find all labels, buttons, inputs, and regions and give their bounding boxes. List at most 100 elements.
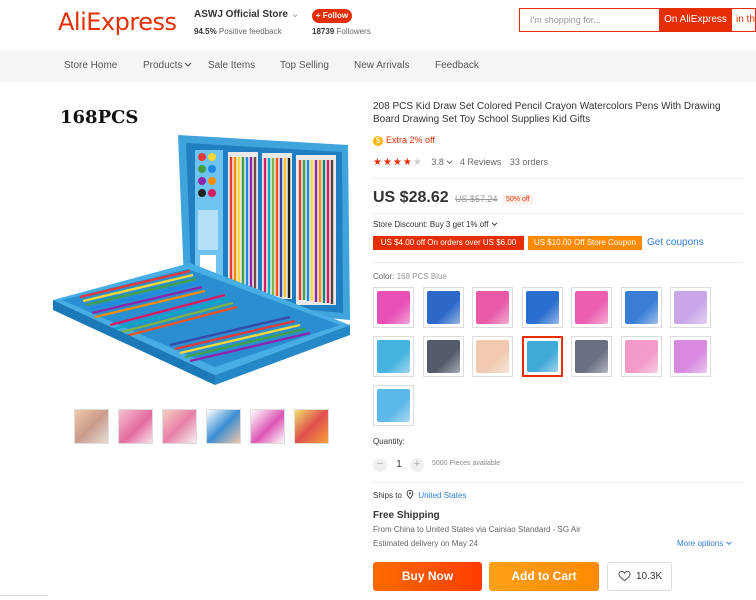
color-swatch-image bbox=[426, 340, 460, 373]
chevron-down-icon[interactable]: ⌄ bbox=[291, 9, 299, 20]
star-rating-icon: ★★★★★ bbox=[373, 157, 423, 168]
color-swatch-image bbox=[575, 291, 608, 324]
color-swatch-image bbox=[674, 340, 707, 373]
color-swatch[interactable] bbox=[620, 287, 662, 328]
coupon-tag[interactable]: US $4.00 off On orders over US $6.00 bbox=[373, 236, 524, 250]
aliexpress-logo[interactable]: AliExpress bbox=[58, 8, 177, 36]
heart-icon bbox=[618, 570, 631, 582]
color-swatch[interactable] bbox=[373, 385, 414, 426]
follow-button[interactable]: + Follow bbox=[312, 9, 352, 23]
selected-color: 168 PCS Blue bbox=[396, 272, 447, 281]
header: AliExpress ASWJ Official Store ⌄ 94.5% Po… bbox=[0, 0, 756, 50]
color-swatch-image bbox=[525, 291, 559, 324]
coin-icon: $ bbox=[373, 136, 383, 146]
ships-to-country[interactable]: United States bbox=[418, 491, 466, 500]
extra-discount-text: Extra 2% off bbox=[386, 135, 435, 145]
rating-row: ★★★★★ 3.8 4 Reviews 33 orders bbox=[373, 157, 548, 168]
more-options-label[interactable]: More options bbox=[677, 539, 723, 548]
quantity-label: Quantity: bbox=[373, 437, 406, 446]
followers-label: Followers bbox=[336, 27, 371, 36]
nav-new-arrivals[interactable]: New Arrivals bbox=[354, 60, 410, 71]
color-swatch[interactable] bbox=[422, 287, 464, 328]
divider bbox=[0, 595, 48, 596]
search-input[interactable]: I'm shopping for... bbox=[519, 8, 659, 32]
followers: 18739 Followers bbox=[312, 27, 371, 36]
divider bbox=[373, 178, 743, 179]
color-swatch-image bbox=[377, 291, 410, 324]
quantity-input[interactable]: 1 bbox=[392, 459, 406, 470]
location-pin-icon bbox=[406, 489, 414, 500]
thumbnail[interactable] bbox=[74, 409, 109, 444]
nav-sale-items[interactable]: Sale Items bbox=[208, 60, 255, 71]
color-swatch-image bbox=[575, 340, 608, 373]
color-swatch[interactable] bbox=[472, 336, 513, 377]
color-swatch[interactable] bbox=[571, 287, 612, 328]
wishlist-button[interactable]: 10.3K bbox=[607, 562, 672, 591]
color-swatch-image bbox=[674, 291, 707, 324]
nav-products-label[interactable]: Products bbox=[143, 60, 182, 71]
color-label: Color: 168 PCS Blue bbox=[373, 272, 447, 281]
thumbnail[interactable] bbox=[294, 409, 329, 444]
current-price: US $28.62 bbox=[373, 189, 449, 206]
color-label-text: Color: bbox=[373, 272, 395, 281]
followers-count: 18739 bbox=[312, 27, 335, 36]
color-swatch[interactable] bbox=[373, 287, 414, 328]
thumbnail[interactable] bbox=[250, 409, 285, 444]
color-swatch[interactable] bbox=[571, 336, 612, 377]
search-store-button[interactable]: in th bbox=[732, 8, 756, 32]
chevron-down-icon bbox=[491, 222, 498, 227]
color-swatch[interactable] bbox=[670, 336, 711, 377]
estimated-delivery: Estimated delivery on May 24 bbox=[373, 539, 478, 548]
store-discount-text[interactable]: Store Discount: Buy 3 get 1% off bbox=[373, 220, 488, 229]
divider bbox=[373, 482, 743, 483]
wishlist-count: 10.3K bbox=[636, 571, 663, 582]
available-stock: 5000 Pieces available bbox=[432, 460, 501, 467]
nav-store-home[interactable]: Store Home bbox=[64, 60, 117, 71]
color-swatch[interactable] bbox=[670, 287, 711, 328]
chevron-down-icon bbox=[447, 160, 453, 165]
color-swatch[interactable] bbox=[521, 336, 563, 377]
more-options-link[interactable]: More options bbox=[677, 539, 733, 548]
color-swatch[interactable] bbox=[521, 287, 563, 328]
chevron-down-icon bbox=[726, 541, 733, 546]
store-name[interactable]: ASWJ Official Store ⌄ bbox=[194, 9, 299, 20]
feedback-label: Positive feedback bbox=[218, 27, 282, 36]
store-feedback: 94.5% Positive feedback bbox=[194, 27, 282, 36]
color-swatch[interactable] bbox=[422, 336, 464, 377]
nav-top-selling[interactable]: Top Selling bbox=[280, 60, 329, 71]
ships-to-label: Ships to bbox=[373, 491, 402, 500]
store-discount[interactable]: Store Discount: Buy 3 get 1% off bbox=[373, 220, 498, 229]
original-price: US $57.24 bbox=[455, 194, 498, 204]
color-swatch-image bbox=[624, 291, 658, 324]
nav-products[interactable]: Products bbox=[143, 60, 192, 71]
coupon-tag[interactable]: US $10.00 Off Store Coupon bbox=[528, 236, 642, 250]
main-product-image[interactable]: 168PCS bbox=[50, 95, 350, 400]
color-swatch[interactable] bbox=[620, 336, 662, 377]
thumbnail[interactable] bbox=[162, 409, 197, 444]
quantity-decrease-button[interactable]: − bbox=[373, 458, 387, 472]
get-coupons-link[interactable]: Get coupons bbox=[647, 237, 704, 248]
divider bbox=[373, 213, 743, 214]
chevron-down-icon bbox=[185, 62, 192, 68]
store-nav: Store Home Products Sale Items Top Selli… bbox=[0, 50, 756, 82]
discount-badge: 50% off bbox=[503, 195, 533, 204]
thumbnail[interactable] bbox=[206, 409, 241, 444]
thumbnail[interactable] bbox=[118, 409, 153, 444]
color-swatch[interactable] bbox=[373, 336, 414, 377]
store-name-text[interactable]: ASWJ Official Store bbox=[194, 9, 288, 20]
nav-feedback[interactable]: Feedback bbox=[435, 60, 479, 71]
search-aliexpress-button[interactable]: On AliExpress bbox=[659, 8, 732, 32]
buy-now-button[interactable]: Buy Now bbox=[373, 562, 482, 591]
free-shipping: Free Shipping bbox=[373, 510, 440, 521]
shipping-method: From China to United States via Cainiao … bbox=[373, 525, 581, 534]
color-swatch-image bbox=[476, 340, 509, 373]
color-swatch-image bbox=[377, 389, 410, 422]
color-swatch[interactable] bbox=[472, 287, 513, 328]
product-title: 208 PCS Kid Draw Set Colored Pencil Cray… bbox=[373, 101, 721, 125]
color-swatch-image bbox=[426, 291, 460, 324]
add-to-cart-button[interactable]: Add to Cart bbox=[489, 562, 599, 591]
rating-value[interactable]: 3.8 bbox=[431, 157, 444, 167]
quantity-increase-button[interactable]: + bbox=[410, 458, 424, 472]
drawing-set-illustration bbox=[53, 135, 350, 385]
reviews-link[interactable]: 4 Reviews bbox=[460, 157, 502, 167]
